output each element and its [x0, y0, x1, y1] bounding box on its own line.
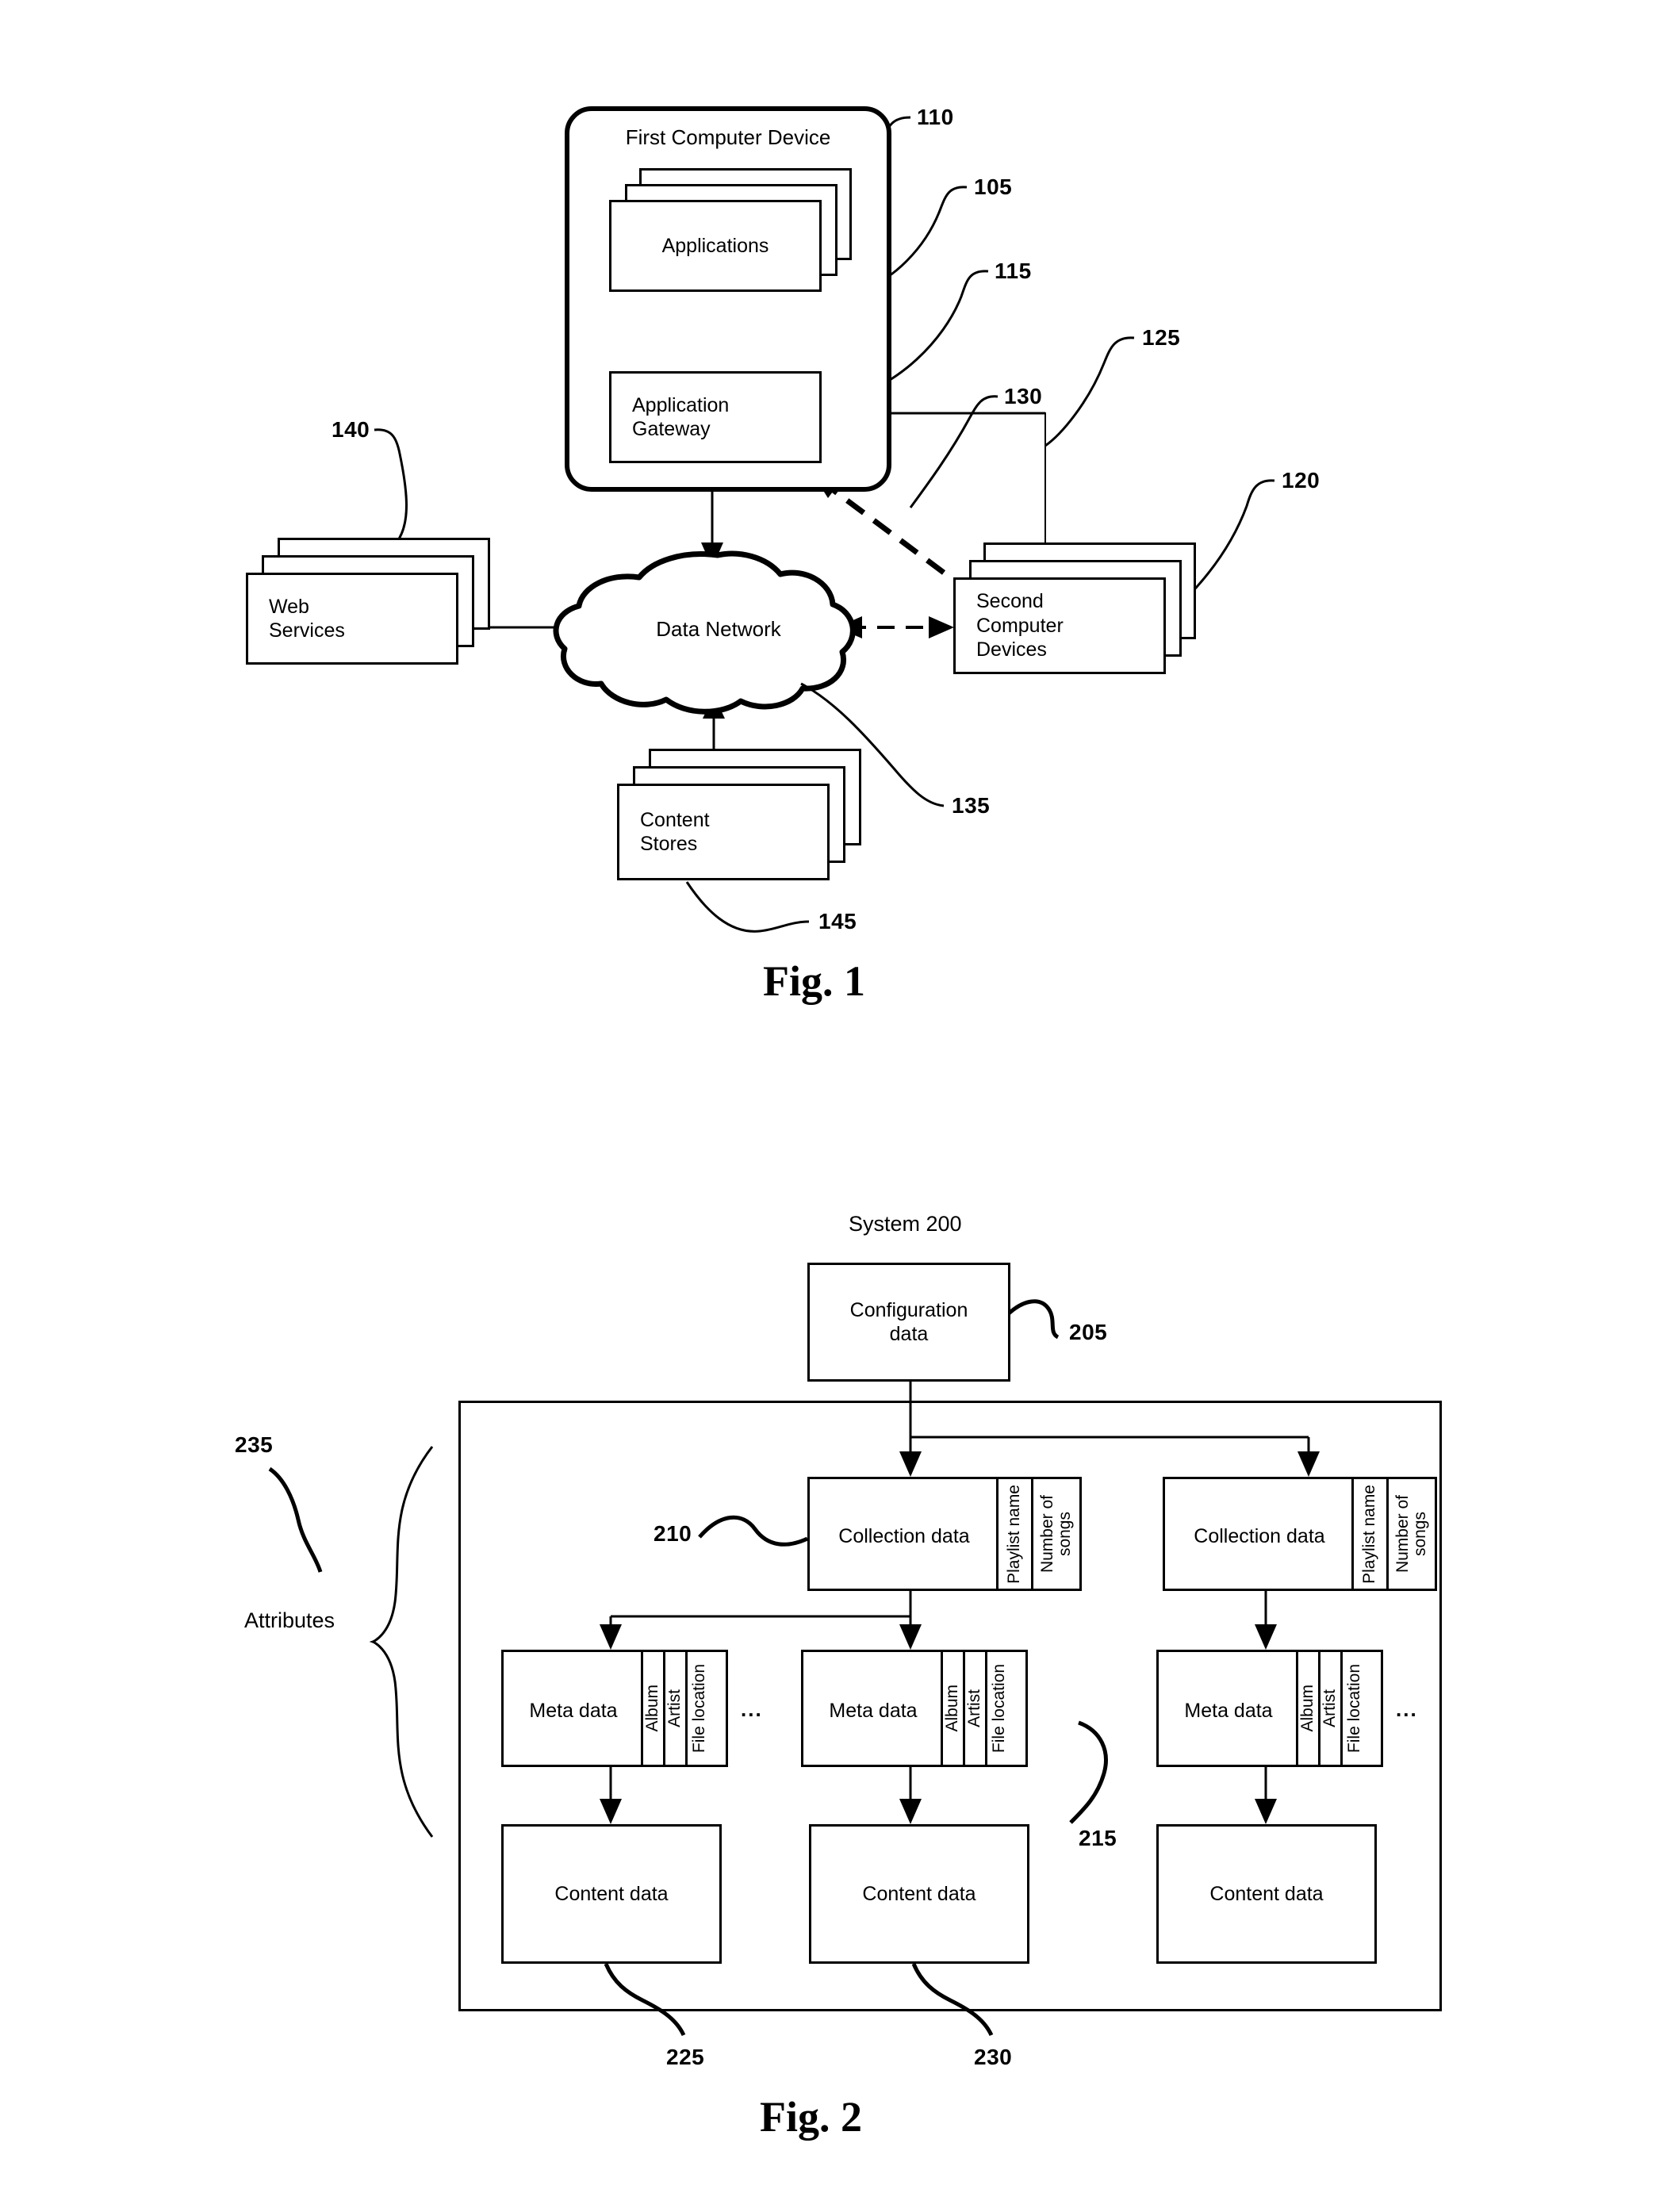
collection-attr-text: Number of songs	[1038, 1494, 1075, 1574]
content-data-box-middle: Content data	[809, 1824, 1029, 1964]
meta-data-label-right: Meta data	[1184, 1699, 1273, 1722]
meta-data-label-middle: Meta data	[829, 1699, 918, 1722]
meta-attr-artist-middle: Artist	[963, 1652, 985, 1765]
ref-235: 235	[235, 1432, 274, 1457]
collection-attr-text: Playlist name	[1005, 1484, 1024, 1584]
ref-115: 115	[995, 259, 1032, 283]
content-data-label-middle: Content data	[862, 1882, 976, 1905]
collection-attr-text: Number of songs	[1393, 1494, 1430, 1574]
meta-attr-text: Artist	[965, 1689, 984, 1727]
meta-attr-text: File location	[1345, 1663, 1364, 1754]
application-gateway-label: Application Gateway	[632, 393, 730, 441]
figure-2-caption: Fig. 2	[760, 2093, 862, 2141]
content-data-label-right: Content data	[1209, 1882, 1324, 1905]
patent-drawing-sheet: First Computer Device Applications Appli…	[0, 0, 1675, 2212]
ref-105: 105	[974, 174, 1013, 199]
collection-data-label-middle: Collection data	[838, 1524, 970, 1547]
meta-data-label-left: Meta data	[529, 1699, 618, 1722]
arrow-network-to-second-devices	[837, 616, 954, 638]
web-services-box: Web Services	[246, 573, 458, 665]
first-computer-device-title: First Computer Device	[625, 125, 831, 149]
meta-attr-album-right: Album	[1296, 1652, 1318, 1765]
content-stores-label: Content Stores	[640, 808, 710, 856]
ref-230: 230	[974, 2045, 1013, 2069]
ref-110: 110	[917, 105, 954, 129]
ref-130: 130	[1004, 384, 1043, 408]
ref-125: 125	[1142, 325, 1181, 350]
meta-attr-text: Album	[943, 1685, 962, 1732]
meta-attr-text: File location	[690, 1663, 709, 1754]
collection-attr-playlist-name-middle: Playlist name	[996, 1479, 1031, 1589]
configuration-data-box: Configuration data	[807, 1263, 1010, 1382]
ref-145: 145	[818, 909, 857, 933]
leader-line-125	[1044, 336, 1135, 447]
collection-attr-number-of-songs-middle: Number of songs	[1031, 1479, 1080, 1589]
meta-attr-file-location-right: File location	[1340, 1652, 1367, 1765]
leader-line-120	[1182, 479, 1275, 603]
collection-data-label-right: Collection data	[1194, 1524, 1325, 1547]
meta-attr-album-left: Album	[641, 1652, 663, 1765]
meta-attr-album-middle: Album	[941, 1652, 963, 1765]
ref-210: 210	[654, 1521, 692, 1546]
meta-attr-artist-right: Artist	[1318, 1652, 1340, 1765]
ref-120: 120	[1282, 468, 1320, 493]
leader-line-140	[374, 428, 408, 543]
content-stores-box: Content Stores	[617, 784, 830, 880]
ref-225: 225	[666, 2045, 705, 2069]
configuration-data-label: Configuration data	[849, 1298, 968, 1346]
attributes-label: Attributes	[244, 1608, 335, 1632]
application-gateway-box: Application Gateway	[609, 371, 822, 463]
leader-line-130	[909, 395, 998, 508]
collection-attr-playlist-name-right: Playlist name	[1351, 1479, 1386, 1589]
leader-line-145	[685, 881, 810, 933]
ref-205: 205	[1069, 1320, 1108, 1344]
meta-ellipsis-right: ...	[1396, 1697, 1418, 1721]
system-200-label: System 200	[849, 1212, 962, 1236]
meta-attr-file-location-middle: File location	[985, 1652, 1012, 1765]
content-data-box-right: Content data	[1156, 1824, 1377, 1964]
ref-215: 215	[1079, 1826, 1117, 1850]
meta-attr-text: Album	[1298, 1685, 1317, 1732]
meta-attr-file-location-left: File location	[685, 1652, 712, 1765]
applications-box: Applications	[609, 200, 822, 292]
second-computer-devices-label: Second Computer Devices	[976, 590, 1064, 661]
content-data-box-left: Content data	[501, 1824, 722, 1964]
collection-attr-number-of-songs-right: Number of songs	[1386, 1479, 1435, 1589]
second-computer-devices-box: Second Computer Devices	[953, 577, 1166, 674]
ref-135: 135	[952, 793, 991, 818]
meta-attr-text: Album	[643, 1685, 662, 1732]
applications-label: Applications	[661, 234, 769, 257]
meta-attr-text: Artist	[665, 1689, 684, 1727]
data-network-label: Data Network	[656, 617, 781, 641]
collection-attr-text: Playlist name	[1360, 1484, 1379, 1584]
meta-ellipsis-left: ...	[741, 1697, 763, 1721]
leader-line-205	[1007, 1299, 1060, 1340]
meta-attr-artist-left: Artist	[663, 1652, 685, 1765]
meta-attr-text: File location	[990, 1663, 1009, 1754]
meta-attr-text: Artist	[1320, 1689, 1340, 1727]
web-services-label: Web Services	[269, 595, 345, 642]
attributes-brace	[369, 1446, 434, 1838]
content-data-label-left: Content data	[554, 1882, 669, 1905]
ref-140: 140	[332, 417, 370, 442]
figure-1-caption: Fig. 1	[763, 957, 865, 1005]
leader-line-235	[268, 1466, 323, 1573]
